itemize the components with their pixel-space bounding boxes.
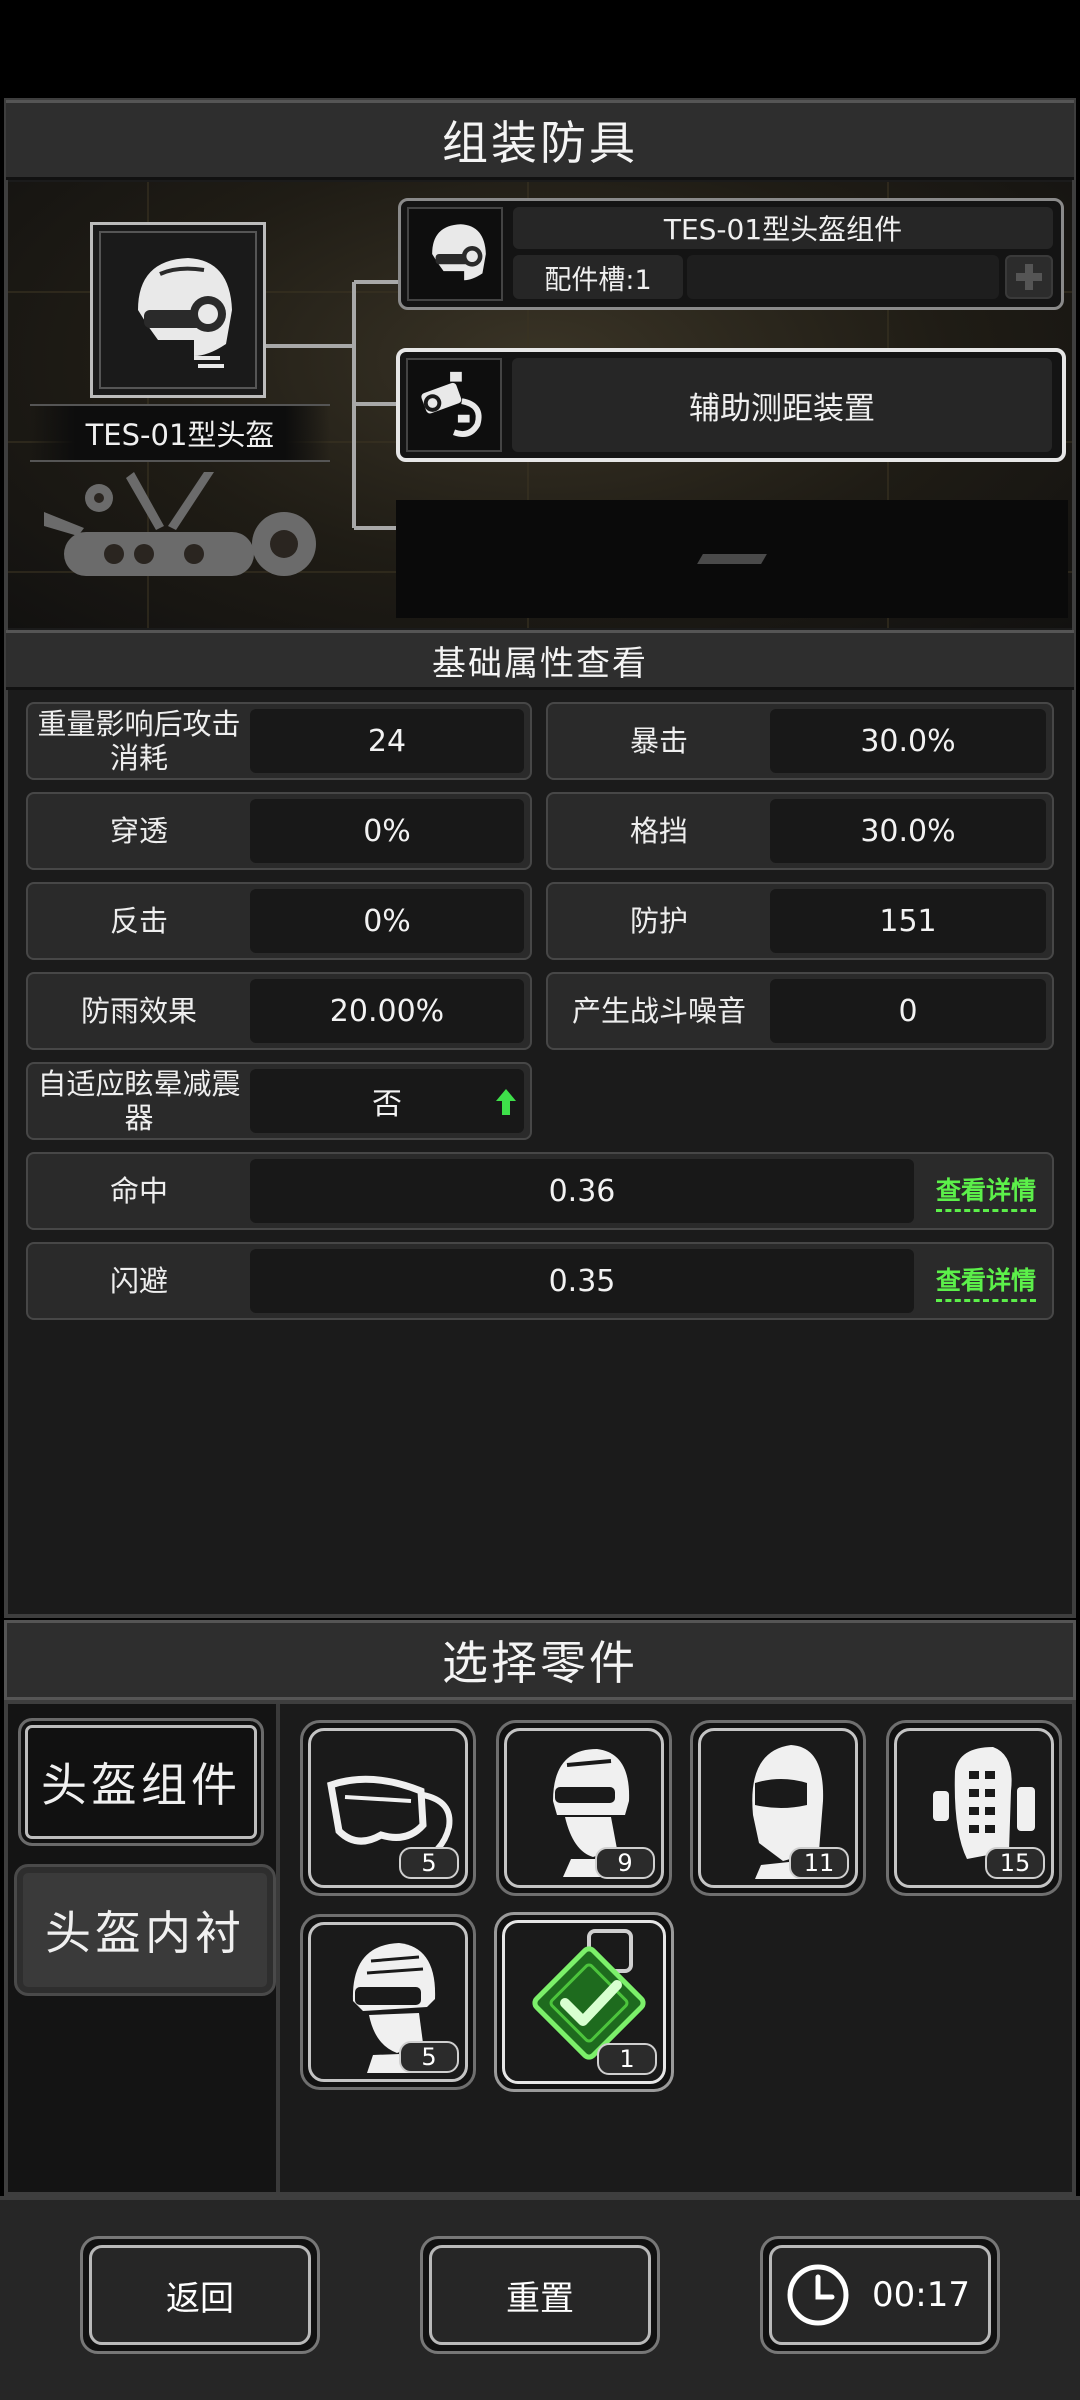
timer-text: 00:17 [872,2275,970,2315]
stat-value: 0% [250,889,524,953]
parts-title: 选择零件 [442,1636,638,1690]
add-accessory-button[interactable] [1005,255,1053,299]
stat-label: 命中 [109,1174,168,1208]
helmet-name-plate: TES-01型头盔 [30,404,330,462]
stat-critical: 暴击 30.0% [546,702,1054,780]
accessory-name: 辅助测距装置 [689,390,875,427]
tab-helmet-component[interactable]: 头盔组件 [18,1718,264,1846]
stat-label: 防雨效果 [80,994,197,1028]
stat-value: 否 [250,1069,524,1133]
page-title: 组装防具 [442,116,638,170]
stat-value: 0.35 [249,1249,914,1313]
stat-value: 0% [250,799,524,863]
stat-penetration: 穿透 0% [26,792,532,870]
stat-value: 151 [770,889,1046,953]
helmet-name: TES-01型头盔 [85,418,275,452]
gear-tools-icon [44,472,316,576]
part-slot-selected[interactable]: 1 [494,1912,674,2092]
stat-value: 30.0% [770,799,1046,863]
stat-evasion: 闪避 0.35 查看详情 [26,1242,1054,1320]
part-slot-liner-pad[interactable]: 15 [886,1720,1062,1896]
part-count: 15 [985,1847,1045,1879]
stat-value: 0.36 [249,1159,914,1223]
part-slot-tactical-helmet[interactable]: 5 [300,1914,476,2090]
empty-slot-dash [697,554,767,564]
part-count: 9 [595,1847,655,1879]
stat-value: 20.00% [250,979,524,1043]
part-count: 5 [399,1847,459,1879]
stat-label: 反击 [109,904,168,938]
stat-counter: 反击 0% [26,882,532,960]
back-button[interactable]: 返回 [80,2236,320,2354]
page-title-bar: 组装防具 [6,100,1074,180]
helmet-component-icon [432,224,486,281]
stat-rain-resist: 防雨效果 20.00% [26,972,532,1050]
part-count: 11 [789,1847,849,1879]
stat-value-text: 否 [372,1087,402,1122]
tab-helmet-liner[interactable]: 头盔内衬 [14,1864,276,1996]
slot-count-label: 配件槽:1 [544,264,652,296]
part-slot-visor-helmet[interactable]: 9 [496,1720,672,1896]
tab-label: 头盔内衬 [45,1906,245,1960]
stat-label: 重量影响后攻击消耗 [37,707,241,775]
stat-protection: 防护 151 [546,882,1054,960]
part-count: 1 [597,2043,657,2075]
stat-combat-noise: 产生战斗噪音 0 [546,972,1054,1050]
stats-title: 基础属性查看 [432,643,648,684]
clock-icon [787,2264,849,2326]
accessory-thumb [406,358,502,452]
stat-value: 24 [250,709,524,773]
part-slot-goggles[interactable]: 5 [300,1720,476,1896]
stats-title-bar: 基础属性查看 [6,630,1074,690]
component-name-box: TES-01型头盔组件 [513,207,1053,249]
up-arrow-icon [496,1089,516,1115]
accessory-name-box: 辅助测距装置 [512,358,1052,452]
back-button-label: 返回 [166,2278,234,2319]
equipment-area: TES-01型头盔 TES-01型头盔组件 配件槽:1 辅助测距装置 [8,182,1072,628]
stat-label: 防护 [629,904,688,938]
stat-value: 0 [770,979,1046,1043]
rangefinder-icon [421,371,482,437]
stat-block: 格挡 30.0% [546,792,1054,870]
stat-label: 格挡 [629,814,688,848]
part-slot-full-mask[interactable]: 11 [690,1720,866,1896]
stat-attack-cost: 重量影响后攻击消耗 24 [26,702,532,780]
part-count: 5 [399,2041,459,2073]
stat-label: 穿透 [109,814,168,848]
empty-slot[interactable] [396,500,1068,618]
stat-value: 30.0% [770,709,1046,773]
stat-label: 闪避 [109,1264,168,1298]
accessory-slot[interactable]: 辅助测距装置 [396,348,1066,462]
stat-stun-damper: 自适应眩晕减震器 否 [26,1062,532,1140]
view-details-link[interactable]: 查看详情 [935,1261,1036,1302]
slot-bar [687,255,999,299]
stat-label: 暴击 [629,724,688,758]
stat-accuracy: 命中 0.36 查看详情 [26,1152,1054,1230]
tab-label: 头盔组件 [41,1758,241,1812]
slot-count-box: 配件槽:1 [513,255,683,299]
timer-button[interactable]: 00:17 [760,2236,1000,2354]
reset-button[interactable]: 重置 [420,2236,660,2354]
component-name: TES-01型头盔组件 [663,213,903,246]
helmet-portrait[interactable] [90,222,266,398]
stat-label: 自适应眩晕减震器 [37,1067,241,1135]
component-slot[interactable]: TES-01型头盔组件 配件槽:1 [398,198,1064,310]
parts-title-bar: 选择零件 [4,1620,1076,1700]
plus-icon [1016,264,1042,290]
stat-label: 产生战斗噪音 [571,994,746,1028]
component-thumb [407,207,503,301]
helmet-icon [138,258,232,368]
view-details-link[interactable]: 查看详情 [935,1171,1036,1212]
reset-button-label: 重置 [506,2278,574,2319]
